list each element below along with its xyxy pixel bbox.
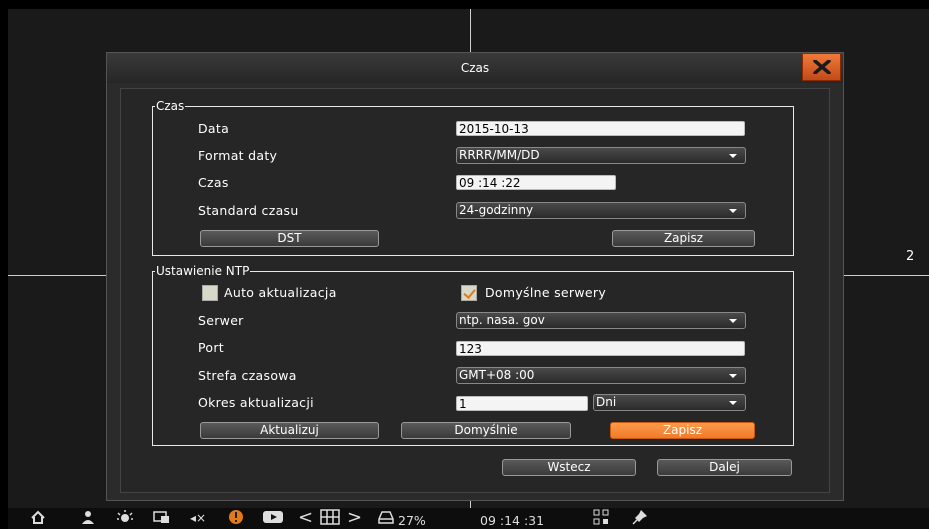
server-select[interactable]: ntp. nasa. gov [456, 312, 746, 329]
date-label: Data [198, 121, 230, 136]
chevron-down-icon [729, 154, 737, 158]
alarm-icon[interactable] [116, 509, 134, 525]
pin-icon[interactable] [632, 509, 648, 525]
port-field[interactable]: 123 [456, 341, 745, 356]
mute-icon[interactable]: ◂× [190, 511, 206, 525]
user-icon[interactable] [80, 509, 96, 525]
dialog-title: Czas [460, 61, 490, 75]
update-period-unit-value: Dni [596, 395, 617, 409]
update-now-button[interactable]: Aktualizuj [200, 422, 379, 439]
server-value: ntp. nasa. gov [459, 313, 545, 327]
channel-number-2: 2 [906, 249, 915, 264]
time-standard-value: 24-godzinny [459, 203, 534, 217]
dst-button[interactable]: DST [200, 230, 379, 247]
time-field[interactable]: 09 :14 :22 [456, 175, 616, 190]
next-icon[interactable]: > [347, 507, 362, 528]
default-servers-label: Domyślne serwery [485, 285, 607, 300]
update-period-unit-select[interactable]: Dni [593, 394, 746, 411]
close-icon [812, 60, 831, 74]
taskbar [8, 508, 929, 529]
timezone-label: Strefa czasowa [198, 368, 297, 383]
close-button[interactable] [802, 53, 841, 81]
next-button[interactable]: Dalej [657, 459, 792, 476]
warning-icon[interactable] [228, 509, 244, 525]
grid-icon[interactable] [320, 509, 340, 525]
time-label: Czas [198, 175, 229, 190]
prev-icon[interactable]: < [298, 507, 313, 528]
chevron-down-icon [729, 401, 737, 405]
taskbar-clock: 09 :14 :31 [480, 513, 545, 528]
update-period-label: Okres aktualizacji [198, 395, 314, 410]
qr-icon[interactable] [593, 509, 609, 525]
dialog-body: Czas Data 2015-10-13 Format daty RRRR/MM… [120, 88, 830, 493]
time-settings-dialog: Czas Czas Data 2015-10-13 Format daty RR… [106, 52, 844, 501]
time-standard-label: Standard czasu [198, 203, 299, 218]
dialog-titlebar: Czas [107, 53, 843, 83]
auto-update-label: Auto aktualizacja [224, 285, 337, 300]
port-label: Port [198, 340, 224, 355]
chevron-down-icon [729, 319, 737, 323]
date-format-value: RRRR/MM/DD [459, 148, 540, 162]
server-label: Serwer [198, 313, 244, 328]
display-icon[interactable] [153, 509, 171, 525]
date-format-select[interactable]: RRRR/MM/DD [456, 147, 746, 164]
time-save-button[interactable]: Zapisz [612, 230, 755, 247]
ntp-save-button[interactable]: Zapisz [610, 422, 755, 439]
auto-update-checkbox[interactable] [202, 285, 218, 301]
defaults-button[interactable]: Domyślnie [401, 422, 571, 439]
timezone-value: GMT+08 :00 [459, 368, 535, 382]
default-servers-checkbox[interactable] [461, 285, 477, 301]
date-format-label: Format daty [198, 148, 278, 163]
date-field[interactable]: 2015-10-13 [456, 121, 745, 136]
play-icon[interactable] [262, 509, 284, 525]
timezone-select[interactable]: GMT+08 :00 [456, 367, 746, 384]
update-period-field[interactable]: 1 [456, 396, 588, 411]
chevron-down-icon [729, 374, 737, 378]
back-button[interactable]: Wstecz [502, 459, 636, 476]
chevron-down-icon [729, 209, 737, 213]
time-section-legend: Czas [156, 99, 185, 113]
home-icon[interactable] [30, 509, 46, 525]
disk-icon [378, 511, 394, 524]
ntp-section-legend: Ustawienie NTP [156, 264, 250, 278]
disk-usage: 27% [398, 513, 426, 528]
time-standard-select[interactable]: 24-godzinny [456, 202, 746, 219]
